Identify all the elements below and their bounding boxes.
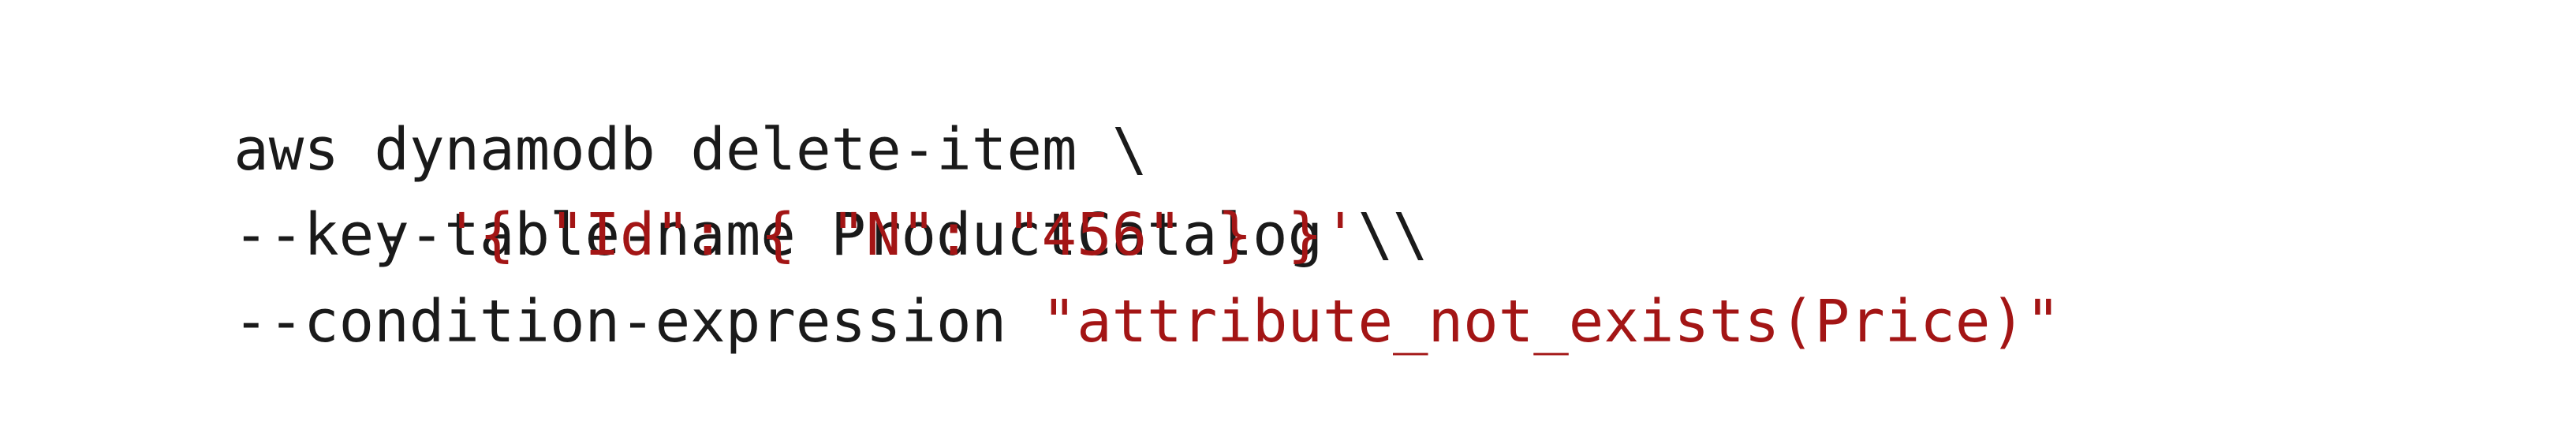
- key-value-string: '{ "Id": { "N": "456" } }': [444, 201, 1358, 269]
- code-line-2: --table-name ProductCatalog \: [233, 107, 1393, 269]
- code-line-4: --condition-expression "attribute_not_exi…: [233, 279, 2061, 364]
- key-flag: --key: [233, 201, 409, 269]
- condition-flag: --condition-expression: [233, 288, 1007, 356]
- code-line-1: aws dynamodb delete-item \: [93, 22, 1147, 184]
- code-line-3: --key '{ "Id": { "N": "456" } }' \: [233, 192, 1428, 278]
- condition-expression-string: "attribute_not_exists(Price)": [1041, 288, 2061, 356]
- code-snippet: aws dynamodb delete-item \ --table-name …: [0, 0, 2576, 440]
- line-continuation: \: [1392, 201, 1428, 269]
